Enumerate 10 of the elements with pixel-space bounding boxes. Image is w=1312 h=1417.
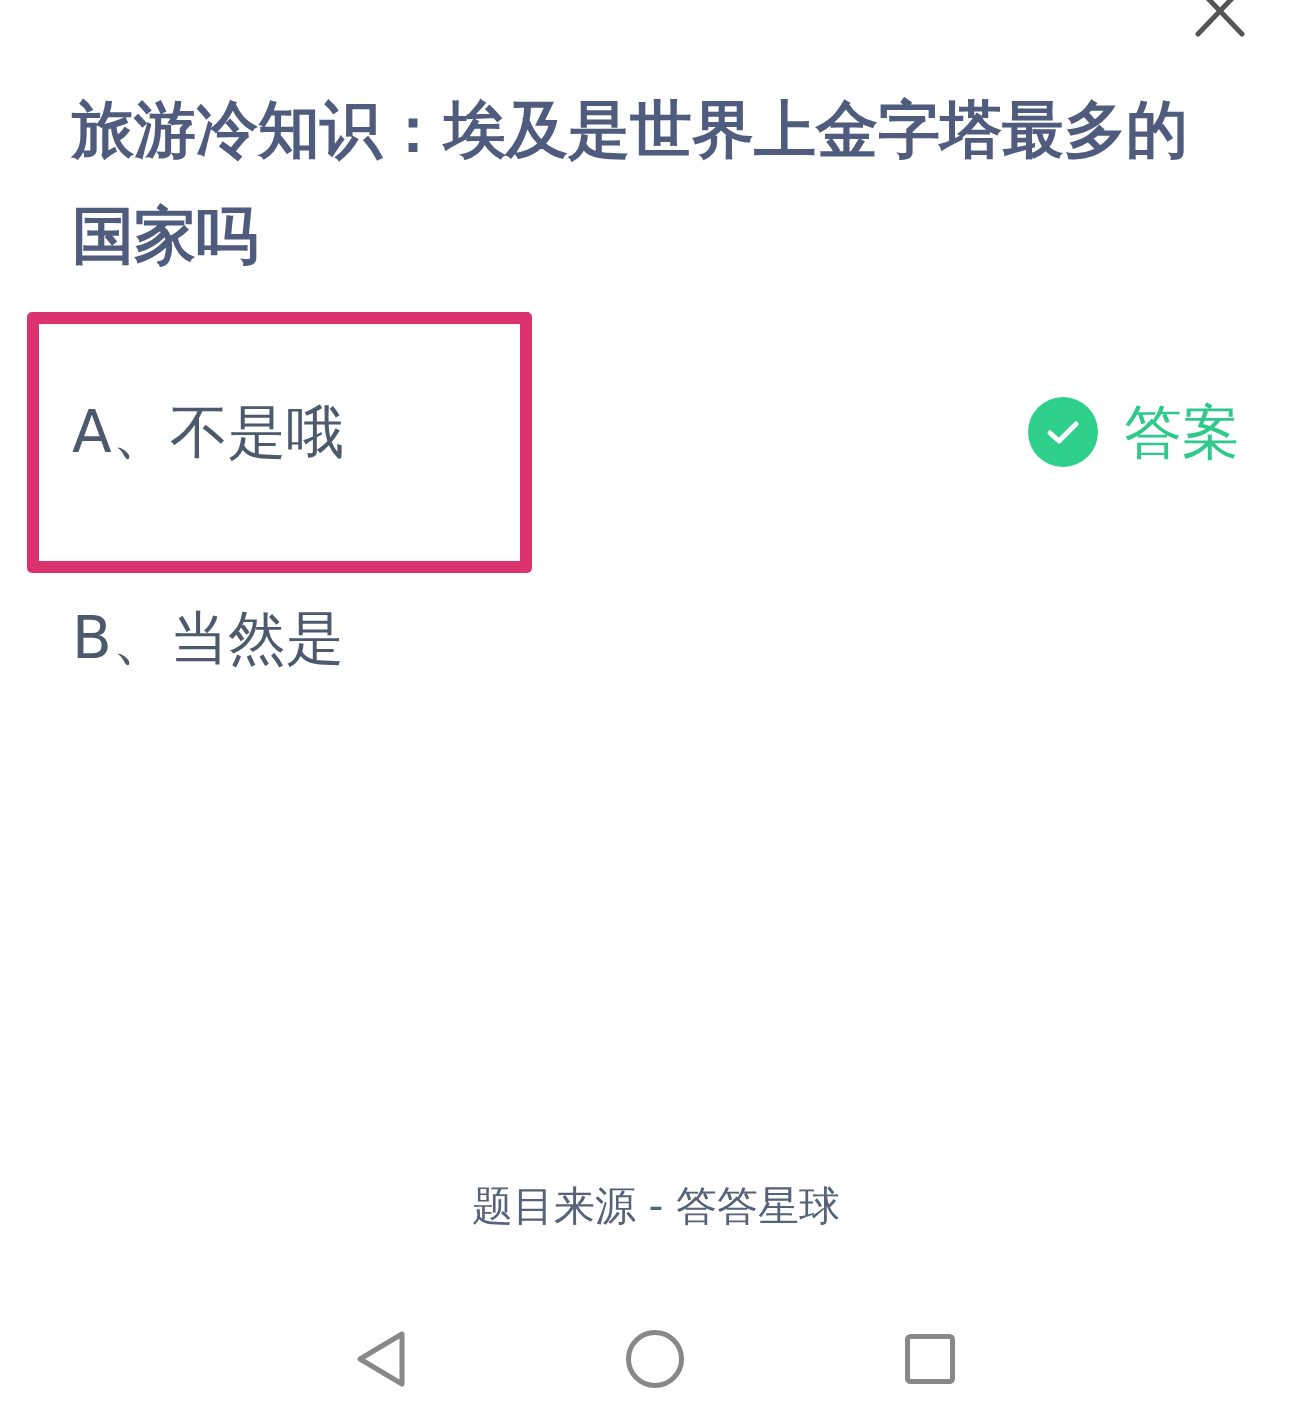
answer-label: 答案 — [1124, 397, 1240, 467]
question-title: 旅游冷知识：埃及是世界上金字塔最多的国家吗 — [72, 92, 1189, 274]
check-circle-icon — [1028, 397, 1098, 467]
home-icon[interactable] — [626, 1330, 684, 1388]
source-text: 题目来源 - 答答星球 — [471, 1181, 841, 1232]
close-icon[interactable] — [1194, 0, 1246, 38]
answer-option[interactable]: B、当然是 — [72, 603, 344, 673]
answer-option[interactable]: A、不是哦 — [72, 397, 344, 467]
recent-apps-icon[interactable] — [905, 1334, 955, 1384]
back-icon[interactable] — [357, 1331, 405, 1387]
